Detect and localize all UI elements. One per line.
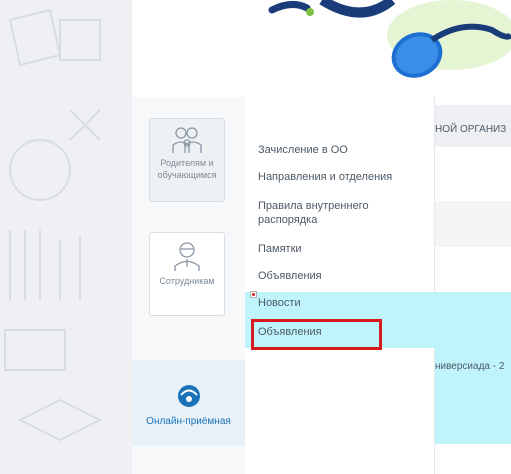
menu-item-enrollment[interactable]: Зачисление в ОО	[258, 143, 423, 157]
menu-item-news[interactable]: Новости	[258, 296, 423, 310]
news-title-fragment[interactable]: ниверсиада - 2	[435, 361, 504, 372]
background-doodles	[4, 8, 103, 442]
annotation-highlight-box	[251, 319, 382, 350]
sidebar: Родителям и обучающимся Сотрудникам Онла…	[132, 97, 245, 474]
parents-icon	[172, 127, 202, 153]
broken-image-icon	[250, 291, 257, 298]
headset-icon	[177, 385, 200, 407]
menu-item-memos[interactable]: Памятки	[258, 242, 423, 256]
staff-icon	[174, 242, 200, 271]
menu-item-directions[interactable]: Направления и отделения	[258, 170, 423, 184]
online-reception-button[interactable]: Онлайн-приёмная	[132, 360, 245, 446]
header-illustration	[268, 0, 511, 78]
dropdown-menu: Зачисление в ОО Направления и отделения …	[245, 97, 435, 474]
parents-students-label: Родителям и обучающимся	[157, 158, 217, 180]
content-area: НОЙ ОРГАНИЗ ниверсиада - 2	[435, 97, 511, 474]
menu-item-rules[interactable]: Правила внутреннего распорядка	[258, 199, 423, 227]
content-header-fragment: НОЙ ОРГАНИЗ	[435, 124, 507, 135]
online-reception-label: Онлайн-приёмная	[146, 416, 231, 427]
menu-item-announcements[interactable]: Объявления	[258, 269, 423, 283]
header-banner	[132, 0, 511, 97]
staff-card[interactable]: Сотрудникам	[149, 232, 225, 316]
staff-label: Сотрудникам	[159, 276, 215, 286]
parents-students-card[interactable]: Родителям и обучающимся	[149, 118, 225, 202]
